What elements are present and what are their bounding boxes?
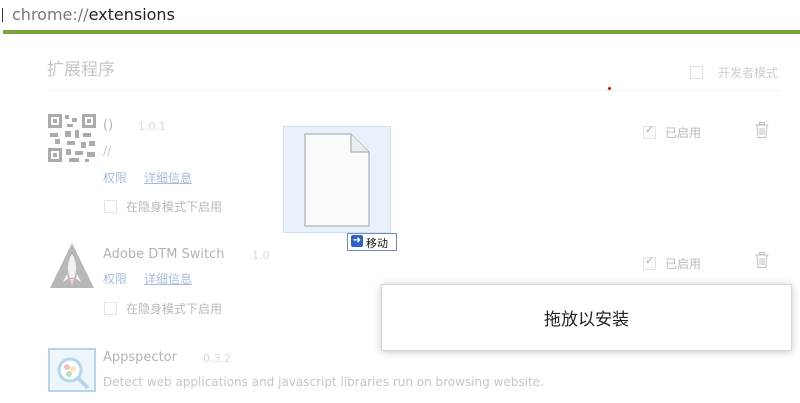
permissions-link[interactable]: 权限 <box>103 169 127 186</box>
url-path: extensions <box>88 5 175 24</box>
text-cursor <box>2 8 3 22</box>
extension-version: 0.3.2 <box>203 352 231 365</box>
rocket-icon <box>50 243 94 288</box>
details-link[interactable]: 详细信息 <box>144 169 192 186</box>
incognito-label: 在隐身模式下启用 <box>126 302 223 316</box>
header-divider <box>47 90 780 91</box>
extension-version: 1.0 <box>252 249 270 262</box>
trash-icon[interactable] <box>755 252 769 268</box>
incognito-label: 在隐身模式下启用 <box>126 200 223 214</box>
developer-mode-label: 开发者模式 <box>718 66 779 80</box>
drop-zone-text: 拖放以安装 <box>544 310 629 330</box>
extension-name: Appspector <box>103 350 177 365</box>
drop-to-install-zone[interactable]: 拖放以安装 <box>381 284 792 351</box>
address-bar[interactable]: chrome://extensions <box>0 0 800 30</box>
extension-description: // <box>103 144 112 158</box>
incognito-checkbox[interactable] <box>104 302 117 315</box>
enabled-checkbox[interactable] <box>643 254 656 270</box>
red-dot <box>608 87 611 90</box>
enabled-checkbox[interactable] <box>643 123 656 139</box>
extension-description: Detect web applications and javascript l… <box>103 375 544 389</box>
move-label: 移动 <box>366 237 388 250</box>
incognito-checkbox[interactable] <box>104 200 117 213</box>
page-title: 扩展程序 <box>47 60 115 80</box>
extension-version: 1.0.1 <box>138 120 166 133</box>
extension-name: Adobe DTM Switch <box>103 247 225 262</box>
trash-icon[interactable] <box>755 122 769 138</box>
enabled-label: 已启用 <box>665 126 702 140</box>
developer-mode-checkbox[interactable] <box>690 66 703 79</box>
qr-code-icon <box>48 114 96 162</box>
enabled-label: 已启用 <box>665 257 702 271</box>
file-icon <box>304 133 370 227</box>
url-text[interactable]: chrome://extensions <box>12 5 175 24</box>
extension-name: () <box>103 118 114 133</box>
magnifier-icon <box>48 348 96 392</box>
drag-file-ghost <box>283 126 391 233</box>
url-scheme: chrome:// <box>12 5 89 24</box>
move-tooltip: ➜ 移动 <box>347 233 397 251</box>
permissions-link[interactable]: 权限 <box>103 270 127 287</box>
details-link[interactable]: 详细信息 <box>144 270 192 287</box>
move-arrow-icon: ➜ <box>351 235 363 247</box>
